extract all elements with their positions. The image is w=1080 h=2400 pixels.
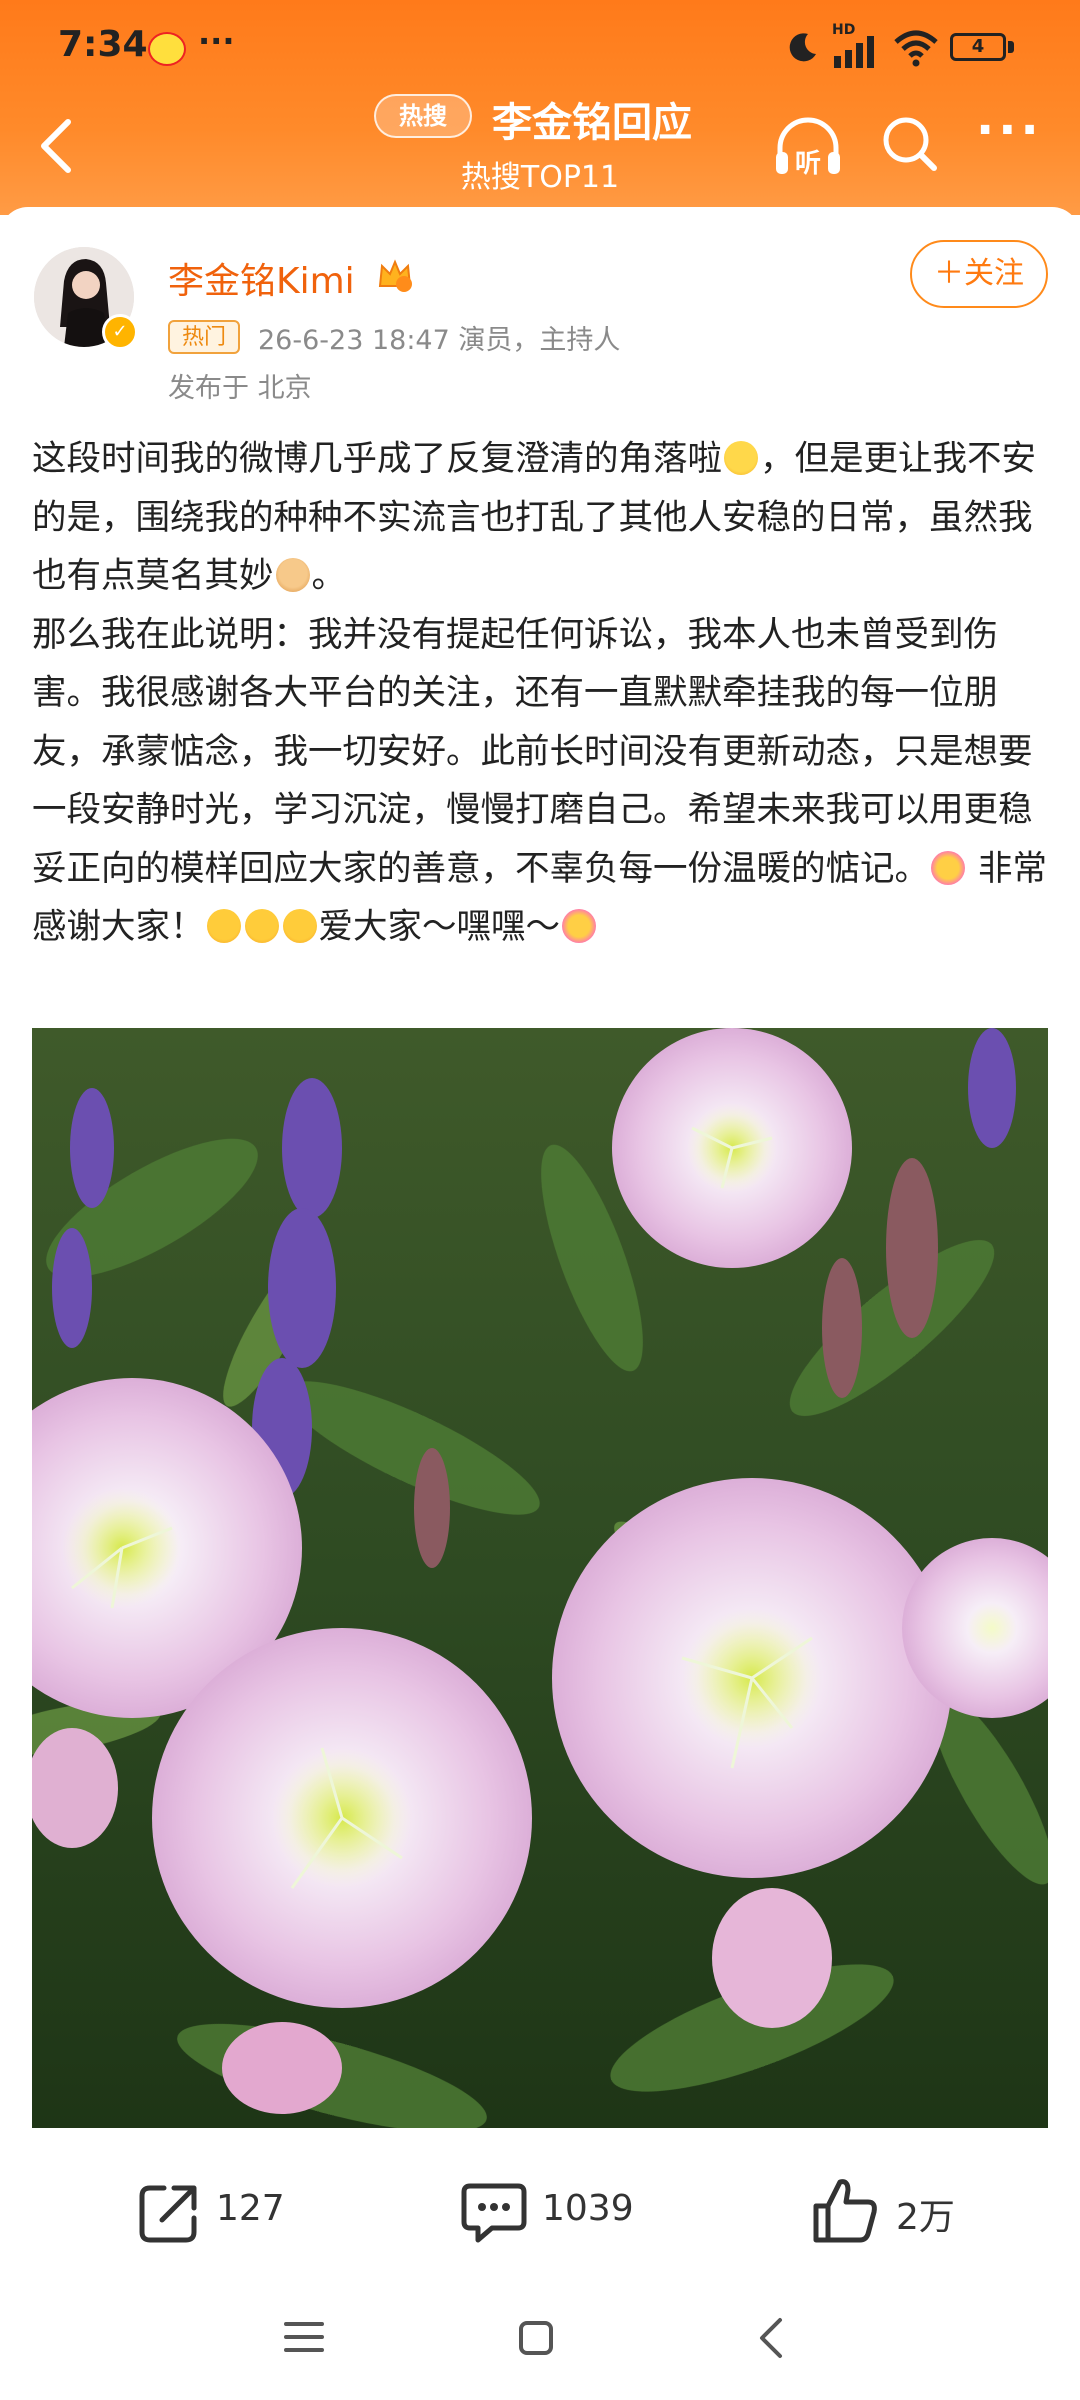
doge-emoji-icon bbox=[275, 558, 310, 592]
comment-count[interactable]: 1039 bbox=[542, 2188, 634, 2229]
like-thumb-icon[interactable] bbox=[810, 2174, 880, 2246]
battery-tip bbox=[1008, 41, 1014, 53]
flower-photo bbox=[32, 1028, 1048, 2128]
status-time: 7:34 bbox=[58, 24, 148, 65]
author-name[interactable]: 李金铭Kimi bbox=[168, 252, 355, 304]
share-count[interactable]: 127 bbox=[216, 2188, 285, 2229]
flower-emoji-icon bbox=[562, 909, 596, 943]
more-notifications-icon: ··· bbox=[198, 22, 235, 60]
follow-button[interactable]: ＋关注 bbox=[910, 240, 1048, 308]
laugh-cry-emoji-icon bbox=[724, 441, 758, 475]
like-count[interactable]: 2万 bbox=[896, 2188, 955, 2240]
page-title: 李金铭回应 bbox=[492, 100, 692, 146]
post-paragraph-1: 这段时间我的微博几乎成了反复澄清的角落啦 ，但是更让我不安的是，围绕我的种种不实流… bbox=[32, 430, 1052, 606]
signal-icon bbox=[834, 36, 874, 68]
comment-icon[interactable] bbox=[458, 2178, 530, 2248]
hot-tag: 热门 bbox=[168, 320, 240, 354]
post-meta: 26-6-23 18:47 演员，主持人 bbox=[258, 325, 621, 356]
post-text: 这段时间我的微博几乎成了反复澄清的角落啦 bbox=[32, 439, 722, 479]
more-options-icon[interactable]: ··· bbox=[976, 106, 1040, 156]
system-navigation-bar bbox=[0, 2280, 1080, 2400]
love-face-emoji-icon bbox=[282, 909, 317, 943]
listen-label: 听 bbox=[795, 149, 821, 179]
post-location: 发布于 北京 bbox=[168, 373, 312, 404]
verified-badge-icon: ✓ bbox=[102, 314, 138, 350]
post-text: 。 bbox=[311, 556, 347, 596]
weibo-notification-icon bbox=[148, 32, 186, 66]
system-back-icon[interactable] bbox=[756, 2316, 784, 2360]
share-icon[interactable] bbox=[134, 2178, 204, 2248]
search-icon[interactable] bbox=[878, 112, 942, 176]
post-paragraph-2: 那么我在此说明：我并没有提起任何诉讼，我本人也未曾受到伤害。我很感谢各大平台的关… bbox=[32, 606, 1052, 957]
post-text: 那么我在此说明：我并没有提起任何诉讼，我本人也未曾受到伤害。我很感谢各大平台的关… bbox=[32, 614, 1033, 889]
flower-emoji-icon bbox=[931, 850, 965, 885]
do-not-disturb-icon bbox=[789, 33, 816, 62]
action-bar: 127 1039 2万 bbox=[0, 2130, 1080, 2280]
love-face-emoji-icon bbox=[244, 909, 279, 943]
status-bar: 7:34 ··· HD 4 bbox=[0, 0, 1080, 100]
top-nav: 热搜 李金铭回应 热搜TOP11 听 ··· bbox=[0, 90, 1080, 210]
recent-apps-icon[interactable] bbox=[284, 2320, 324, 2354]
love-face-emoji-icon bbox=[206, 909, 241, 943]
home-icon[interactable] bbox=[518, 2320, 554, 2356]
post-body: 这段时间我的微博几乎成了反复澄清的角落啦 ，但是更让我不安的是，围绕我的种种不实流… bbox=[32, 430, 1052, 957]
wifi-icon bbox=[894, 30, 938, 67]
battery-icon: 4 bbox=[950, 33, 1006, 61]
post-image[interactable] bbox=[32, 1028, 1048, 2128]
post-text: 爱大家～嘿嘿～ bbox=[318, 907, 561, 947]
vip-crown-icon bbox=[378, 259, 412, 292]
hot-search-badge: 热搜 bbox=[374, 94, 472, 138]
listen-headphones-icon[interactable]: 听 bbox=[770, 110, 846, 186]
